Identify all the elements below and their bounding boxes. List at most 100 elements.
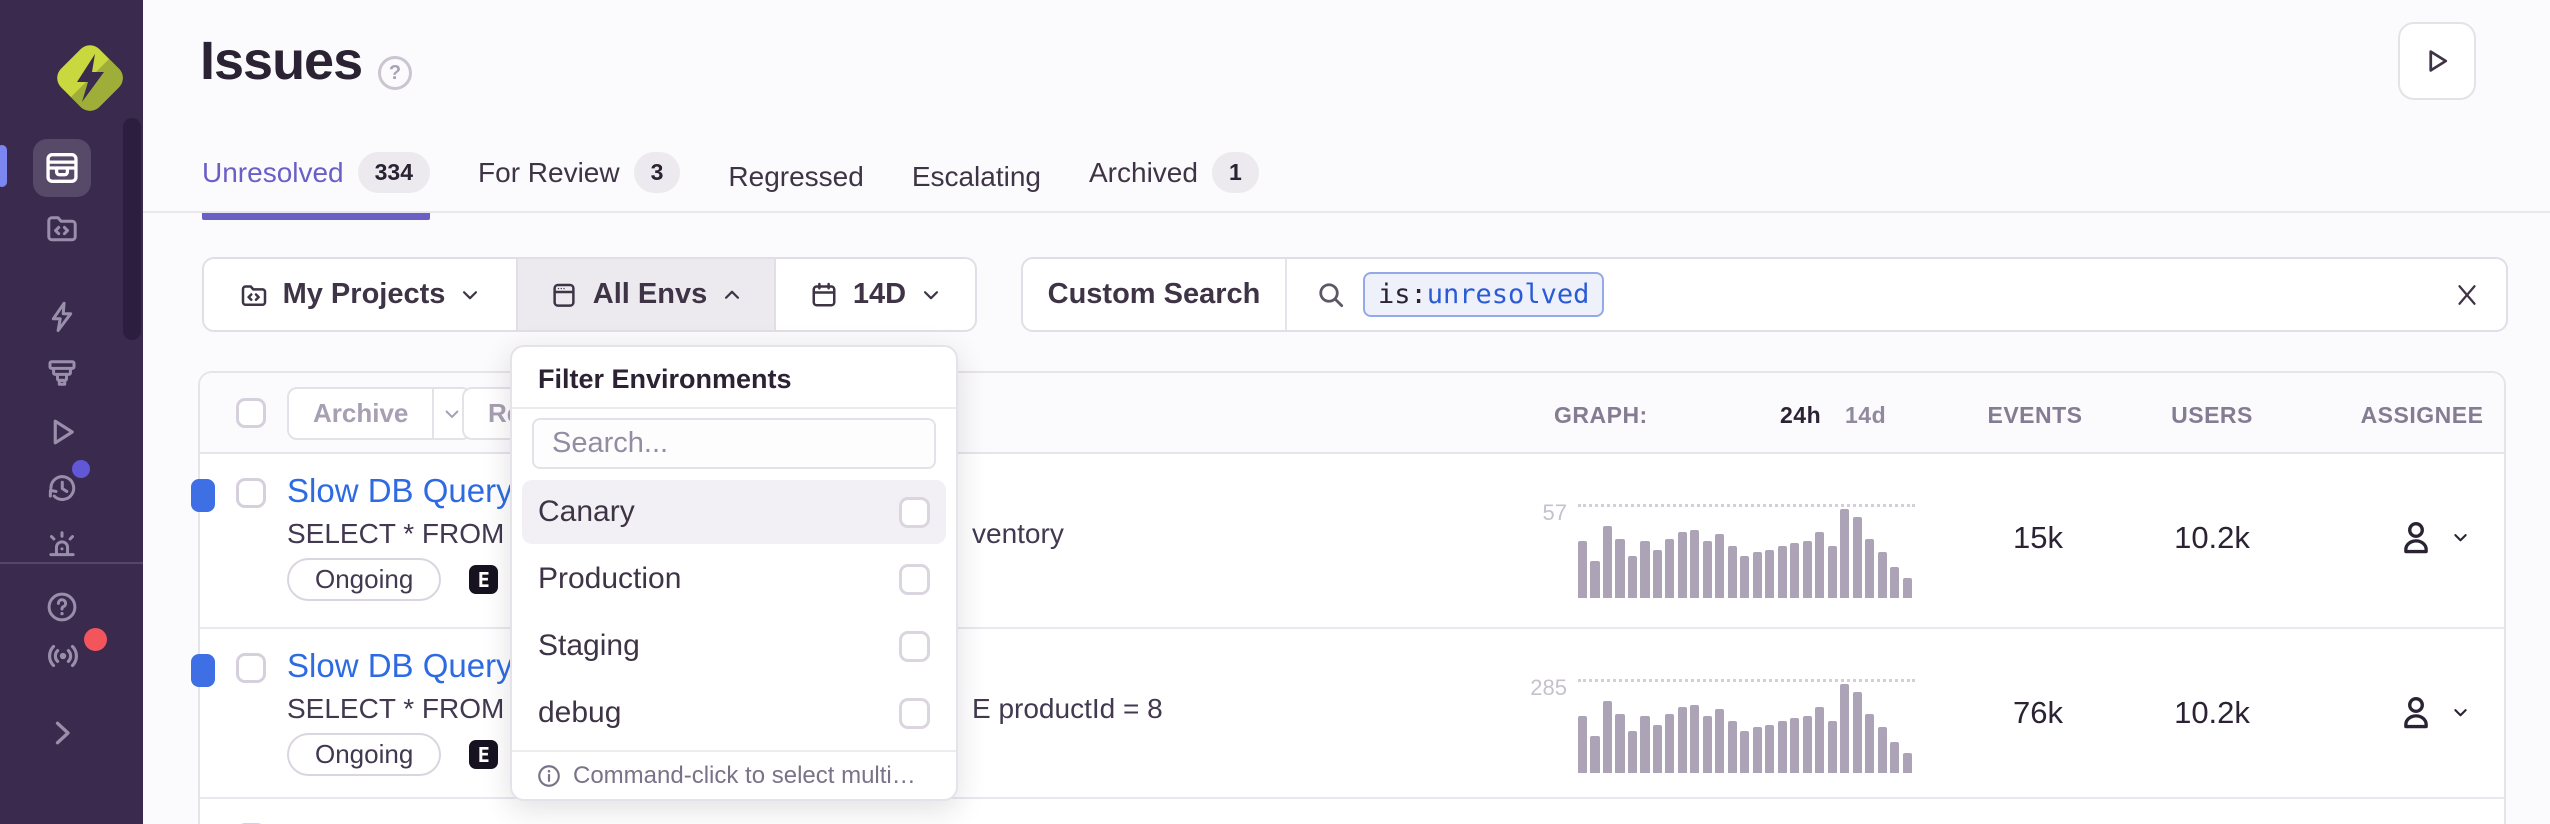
tab-regressed[interactable]: Regressed: [728, 161, 863, 220]
sidebar-item-projects[interactable]: [44, 210, 80, 246]
archive-button[interactable]: Archive: [287, 387, 472, 440]
graph-14d-toggle[interactable]: 14d: [1845, 402, 1886, 429]
platform-icon: E: [469, 565, 498, 594]
environments-dropdown: Filter Environments Canary Production St…: [510, 345, 958, 801]
tour-play-button[interactable]: [2398, 22, 2476, 100]
projects-folder-icon: [44, 210, 80, 246]
environments-filter-button[interactable]: All Envs: [516, 259, 776, 330]
column-events: EVENTS: [1987, 402, 2082, 429]
issues-icon: [43, 149, 81, 187]
env-checkbox[interactable]: [899, 564, 930, 595]
status-badge: Ongoing: [287, 733, 441, 776]
page-title: Issues: [200, 30, 362, 92]
sidebar-collapse-button[interactable]: [44, 715, 80, 751]
select-all-checkbox[interactable]: [236, 398, 266, 428]
page-help-button[interactable]: ?: [378, 56, 412, 90]
dropdown-footer-hint: Command-click to select multi…: [512, 750, 956, 799]
issue-tabs: Unresolved 334 For Review 3 Regressed Es…: [202, 152, 1259, 220]
tab-escalating[interactable]: Escalating: [912, 161, 1041, 220]
projects-filter-button[interactable]: My Projects: [204, 259, 516, 330]
sentry-logo[interactable]: [46, 34, 134, 122]
siren-icon: [44, 527, 80, 563]
env-option-canary[interactable]: Canary: [522, 480, 946, 544]
tab-count-badge: 3: [634, 152, 681, 193]
broadcast-icon: [44, 637, 82, 675]
dropdown-title: Filter Environments: [512, 347, 956, 409]
issue-title-link[interactable]: Slow DB Query: [287, 472, 513, 510]
chevron-down-icon: [2451, 528, 2470, 547]
sidebar-item-whats-new[interactable]: [44, 637, 82, 675]
search-icon: [1315, 279, 1347, 311]
events-count: 15k: [2013, 520, 2063, 556]
env-checkbox[interactable]: [899, 631, 930, 662]
tab-count-badge: 334: [358, 152, 430, 193]
row-checkbox[interactable]: [236, 478, 266, 508]
search-token[interactable]: is:unresolved: [1363, 272, 1604, 317]
sidebar-item-help[interactable]: [44, 589, 80, 625]
row-checkbox[interactable]: [236, 653, 266, 683]
sidebar-item-quickstart[interactable]: [44, 299, 80, 335]
sidebar-item-issues[interactable]: [33, 139, 91, 197]
column-assignee: ASSIGNEE: [2361, 402, 2484, 429]
env-option-production[interactable]: Production: [522, 547, 946, 611]
sidebar-item-replays[interactable]: [44, 414, 80, 450]
issues-page: Issues ? Unresolved 334 For Review 3 Reg…: [0, 0, 2550, 824]
users-count: 10.2k: [2174, 695, 2250, 731]
status-badge: Ongoing: [287, 558, 441, 601]
clear-search-button[interactable]: [2452, 280, 2482, 310]
tab-count-badge: 1: [1212, 152, 1259, 193]
sidebar-item-alerts[interactable]: [44, 527, 80, 563]
chevron-down-icon: [2451, 703, 2470, 722]
event-sparkline: [1578, 681, 1915, 773]
env-option-staging[interactable]: Staging: [522, 614, 946, 678]
search-input[interactable]: is:unresolved: [1287, 259, 2506, 330]
sidebar-item-performance[interactable]: [44, 355, 80, 391]
tab-for-review[interactable]: For Review 3: [478, 152, 680, 220]
issue-culprit-end: E productId = 8: [972, 693, 1163, 725]
env-checkbox[interactable]: [899, 698, 930, 729]
sidebar: [0, 0, 143, 824]
help-icon: [44, 589, 80, 625]
date-range-filter-button[interactable]: 14D: [776, 259, 975, 330]
graph-peak-label: 285: [1430, 675, 1567, 701]
custom-search-button[interactable]: Custom Search: [1023, 259, 1287, 330]
assignee-user-icon: [2395, 516, 2437, 558]
chevron-down-icon: [442, 404, 462, 424]
graph-peak-label: 57: [1430, 500, 1567, 526]
assignee-user-icon: [2395, 691, 2437, 733]
issue-culprit: SELECT * FROM re: [287, 693, 537, 725]
users-count: 10.2k: [2174, 520, 2250, 556]
column-graph: GRAPH:: [1554, 402, 1648, 429]
issue-level-indicator: [191, 479, 215, 512]
issue-culprit: SELECT * FROM p: [287, 518, 528, 550]
assignee-selector[interactable]: [2395, 691, 2470, 733]
environment-list: Canary Production Staging debug: [522, 480, 946, 748]
issue-level-indicator: [191, 654, 215, 687]
graph-24h-toggle[interactable]: 24h: [1780, 402, 1821, 429]
calendar-icon: [809, 280, 839, 310]
tab-archived[interactable]: Archived 1: [1089, 152, 1259, 220]
sidebar-scrollbar[interactable]: [123, 118, 141, 340]
chevron-down-icon: [920, 284, 942, 306]
folder-code-icon: [239, 280, 269, 310]
lightning-icon: [44, 299, 80, 335]
whats-new-badge-dot: [84, 628, 107, 651]
column-users: USERS: [2171, 402, 2253, 429]
page-filter-group: My Projects All Envs 14D: [202, 257, 977, 332]
chevron-up-icon: [721, 284, 743, 306]
events-count: 76k: [2013, 695, 2063, 731]
chevron-right-icon: [44, 715, 80, 751]
assignee-selector[interactable]: [2395, 516, 2470, 558]
search-bar: Custom Search is:unresolved: [1021, 257, 2508, 332]
env-checkbox[interactable]: [899, 497, 930, 528]
active-item-indicator: [0, 145, 7, 187]
play-icon: [44, 414, 80, 450]
issue-culprit-end: ventory: [972, 518, 1064, 550]
close-icon: [2452, 280, 2482, 310]
sidebar-divider: [0, 562, 143, 564]
tab-unresolved[interactable]: Unresolved 334: [202, 152, 430, 220]
env-option-debug[interactable]: debug: [522, 681, 946, 745]
platform-icon: E: [469, 740, 498, 769]
environment-search-input[interactable]: [532, 418, 936, 469]
issue-title-link[interactable]: Slow DB Query: [287, 647, 513, 685]
